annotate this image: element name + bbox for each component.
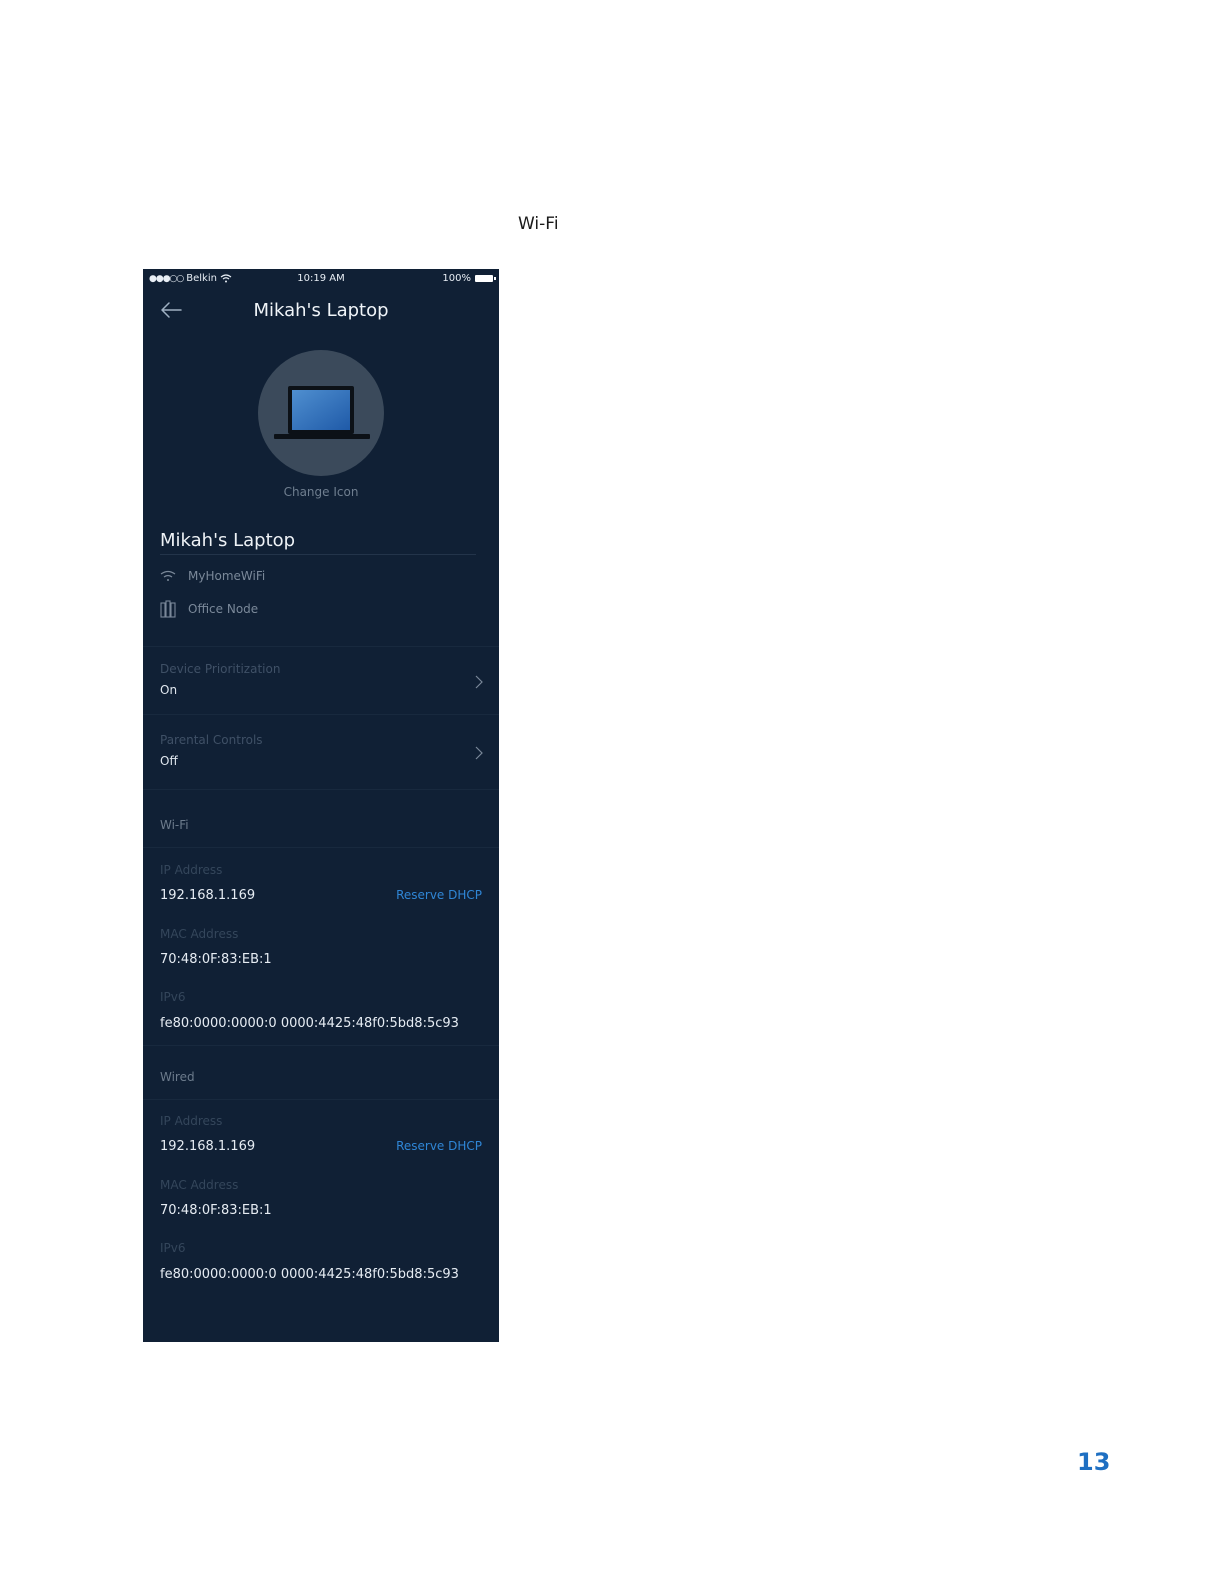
mac-address-label: MAC Address bbox=[160, 927, 239, 941]
setting-label: Device Prioritization bbox=[160, 662, 281, 676]
chevron-right-icon bbox=[475, 746, 483, 760]
ip-address-value: 192.168.1.169 bbox=[160, 1139, 256, 1154]
reserve-dhcp-link[interactable]: Reserve DHCP bbox=[396, 1139, 482, 1153]
chevron-right-icon bbox=[475, 675, 483, 689]
section-divider bbox=[143, 1099, 499, 1100]
setting-label: Parental Controls bbox=[160, 733, 263, 747]
node-name: Office Node bbox=[188, 602, 259, 616]
setting-value: On bbox=[160, 683, 178, 697]
laptop-icon bbox=[274, 386, 370, 439]
mac-address-label: MAC Address bbox=[160, 1178, 239, 1192]
page-caption: Wi-Fi bbox=[518, 214, 559, 234]
node-icon bbox=[160, 600, 176, 618]
section-divider bbox=[143, 646, 499, 647]
network-row: MyHomeWiFi bbox=[160, 569, 265, 583]
wifi-section-title: Wi-Fi bbox=[160, 818, 189, 832]
wired-section-title: Wired bbox=[160, 1070, 195, 1084]
section-divider bbox=[143, 1045, 499, 1046]
divider bbox=[160, 554, 476, 555]
setting-value: Off bbox=[160, 754, 178, 768]
node-row: Office Node bbox=[160, 600, 258, 618]
network-name: MyHomeWiFi bbox=[188, 569, 266, 583]
wifi-icon bbox=[160, 570, 176, 581]
status-bar: ●●●○○ Belkin 10:19 AM 100% bbox=[143, 269, 499, 289]
page-title: Mikah's Laptop bbox=[253, 300, 389, 321]
ip-address-label: IP Address bbox=[160, 863, 223, 877]
section-divider bbox=[143, 714, 499, 715]
status-right: 100% bbox=[442, 273, 496, 284]
mac-address-value: 70:48:0F:83:EB:1 bbox=[160, 952, 272, 967]
ipv6-label: IPv6 bbox=[160, 1241, 186, 1255]
ipv6-label: IPv6 bbox=[160, 990, 186, 1004]
mac-address-value: 70:48:0F:83:EB:1 bbox=[160, 1203, 272, 1218]
reserve-dhcp-link[interactable]: Reserve DHCP bbox=[396, 888, 482, 902]
ip-address-value: 192.168.1.169 bbox=[160, 888, 256, 903]
ipv6-value: fe80:0000:0000:0 0000:4425:48f0:5bd8:5c9… bbox=[160, 1016, 459, 1031]
battery-percent: 100% bbox=[442, 273, 471, 284]
battery-icon bbox=[475, 275, 496, 282]
change-icon-link[interactable]: Change Icon bbox=[143, 485, 499, 499]
section-divider bbox=[143, 847, 499, 848]
parental-controls-row[interactable]: Parental Controls Off bbox=[143, 733, 499, 795]
ipv6-value: fe80:0000:0000:0 0000:4425:48f0:5bd8:5c9… bbox=[160, 1267, 459, 1282]
ip-address-label: IP Address bbox=[160, 1114, 223, 1128]
device-name[interactable]: Mikah's Laptop bbox=[160, 530, 295, 551]
device-avatar[interactable] bbox=[258, 350, 384, 476]
page-number: 13 bbox=[1077, 1448, 1111, 1476]
section-divider bbox=[143, 789, 499, 790]
phone-screenshot: ●●●○○ Belkin 10:19 AM 100% Mikah's Lapto… bbox=[143, 269, 499, 1342]
